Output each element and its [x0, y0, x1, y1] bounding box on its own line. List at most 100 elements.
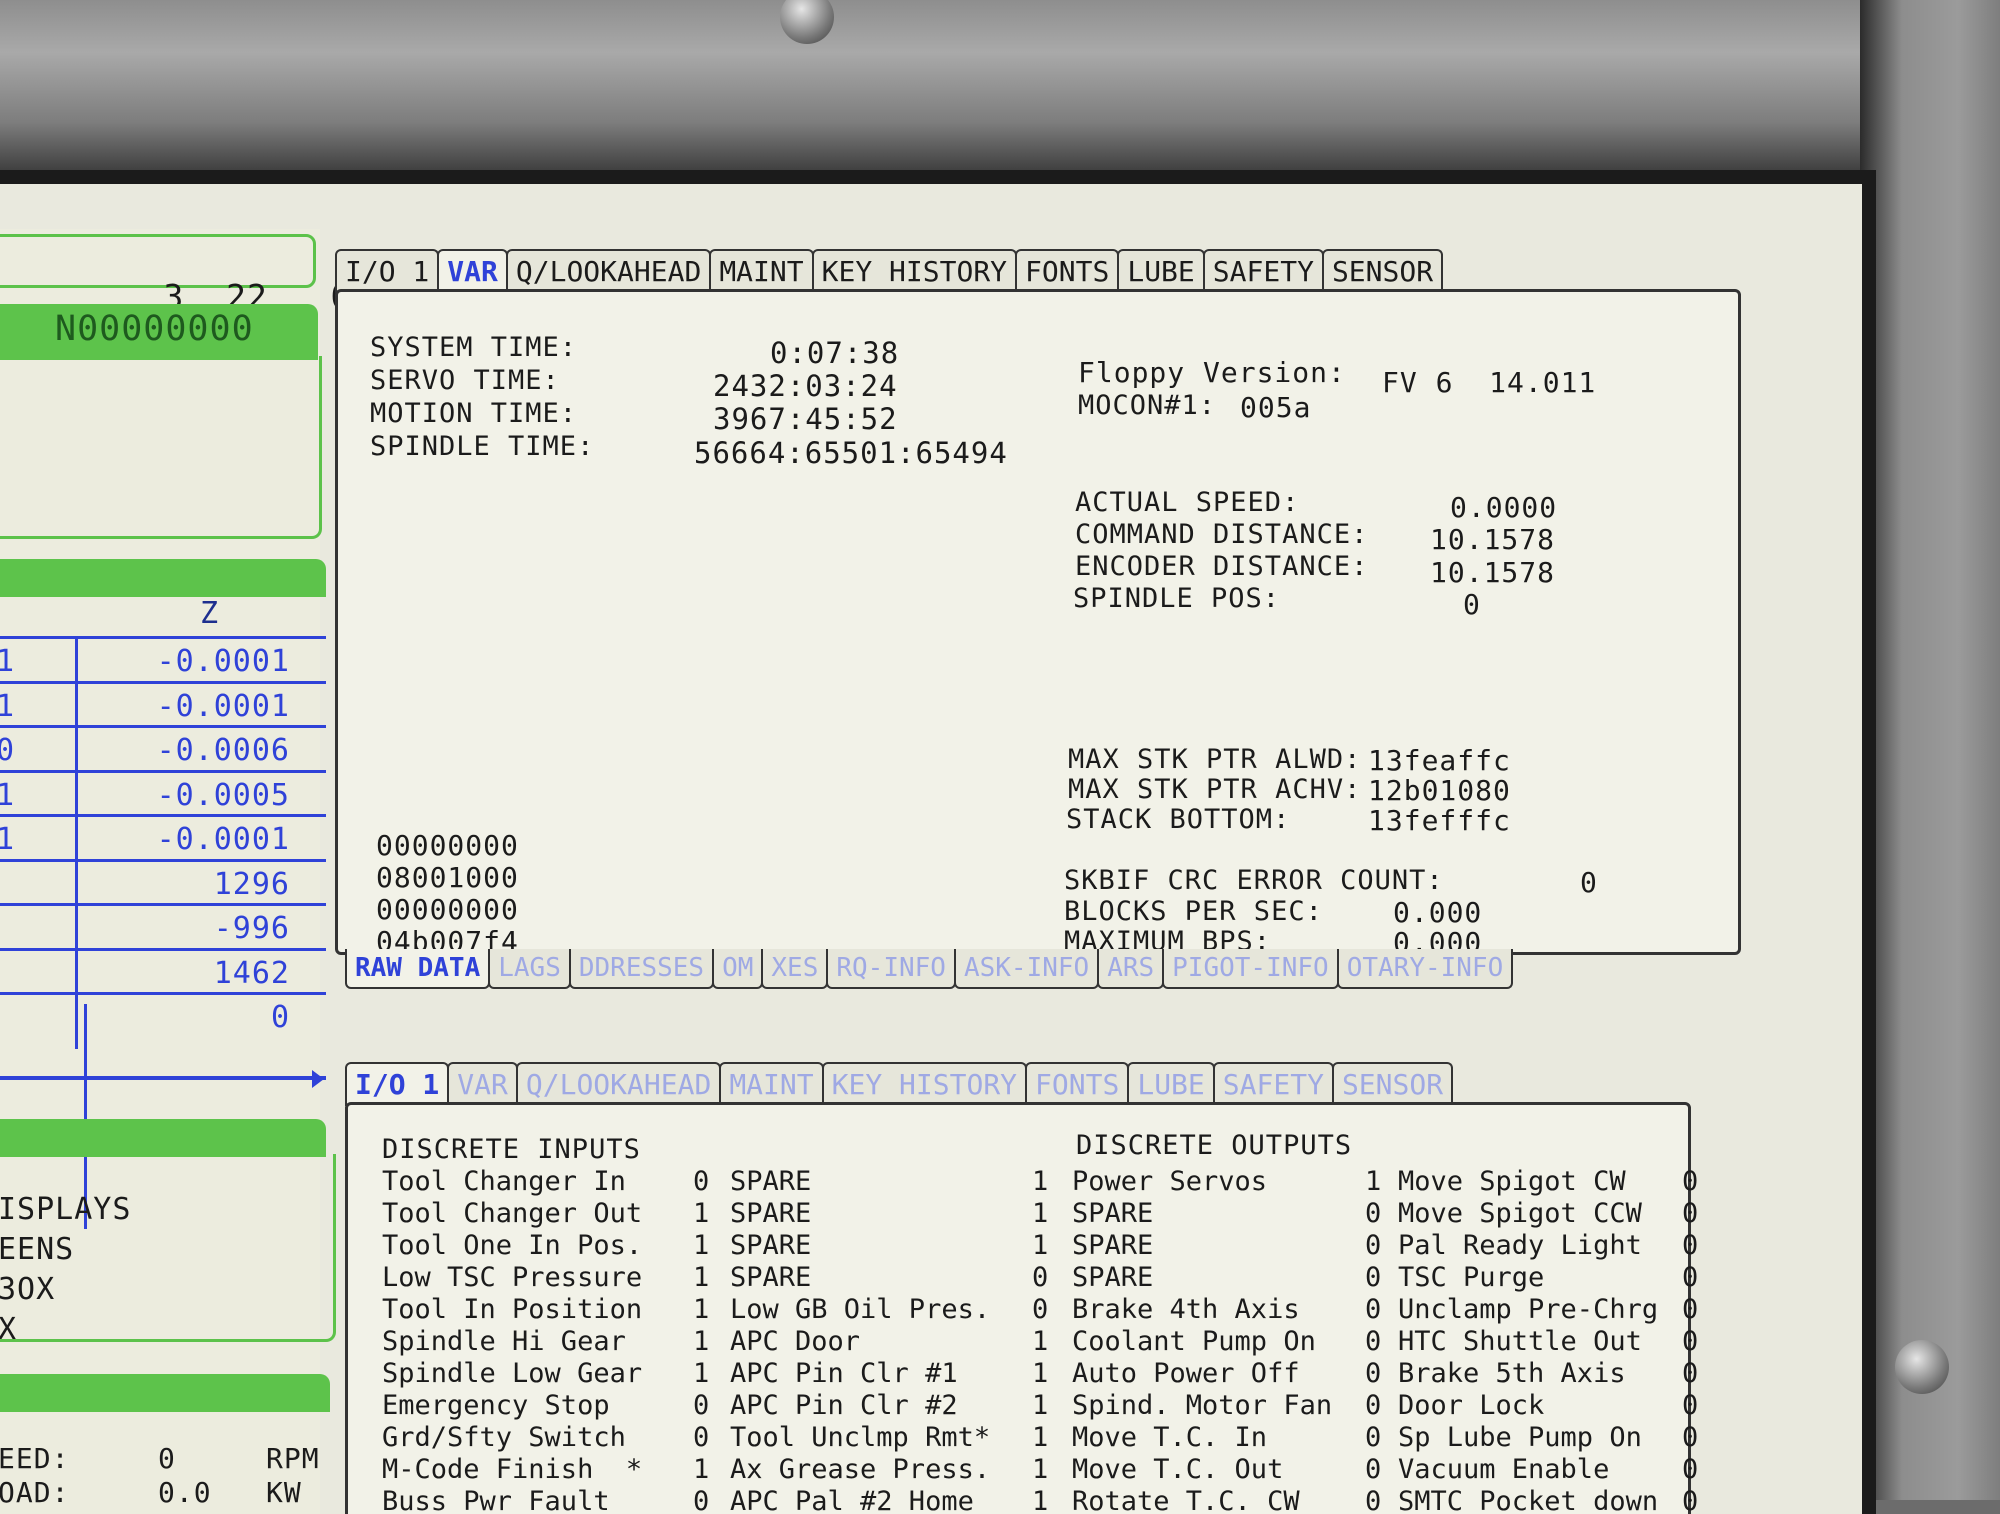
subtab-spigot-info[interactable]: PIGOT-INFO: [1162, 949, 1339, 989]
io-signal-name: SMTC Pocket down: [1398, 1486, 1659, 1514]
io-signal-name: Move Spigot CCW: [1398, 1198, 1642, 1229]
actual-speed-label: ACTUAL SPEED:: [1075, 487, 1300, 518]
io-signal-value: 1: [693, 1294, 710, 1325]
menu-item[interactable]: 3OX: [0, 1272, 55, 1307]
tab-safety[interactable]: SAFETY: [1212, 1062, 1334, 1106]
io-signal-name: Spind. Motor Fan: [1072, 1390, 1333, 1421]
tab-key-history[interactable]: KEY HISTORY: [821, 1062, 1028, 1106]
io-signal-name: Power Servos: [1072, 1166, 1268, 1197]
io-signal-value: 0: [1682, 1454, 1699, 1485]
io-signal-value: 0: [693, 1390, 710, 1421]
io-signal-value: 1: [693, 1454, 710, 1485]
grid-row-line: [0, 725, 326, 728]
discrete-inputs-header: DISCRETE INPUTS: [382, 1134, 641, 1165]
spindle-time-label: SPINDLE TIME:: [370, 431, 595, 462]
discrete-outputs-header: DISCRETE OUTPUTS: [1076, 1130, 1353, 1161]
servo-time-value: 2432:03:24: [713, 369, 898, 403]
io-signal-value: 1: [1032, 1486, 1049, 1514]
tab-lookahead[interactable]: Q/LOOKAHEAD: [505, 249, 712, 293]
subtab-ask-info[interactable]: ASK-INFO: [953, 949, 1100, 989]
io-signal-name: Low GB Oil Pres.: [730, 1294, 991, 1325]
io-signal-name: Ax Grease Press.: [730, 1454, 991, 1485]
io-signal-name: TSC Purge: [1398, 1262, 1545, 1293]
load-value: 0.0: [158, 1476, 212, 1509]
tab-maint[interactable]: MAINT: [719, 1062, 824, 1106]
scroll-right-icon[interactable]: [312, 1070, 324, 1088]
tab-io1[interactable]: I/O 1: [345, 1062, 450, 1106]
position-row-left: 1: [0, 644, 15, 679]
subtab-rotary-info[interactable]: OTARY-INFO: [1336, 949, 1514, 989]
io-signal-value: 1: [1032, 1230, 1049, 1261]
position-row-value: -996: [213, 911, 290, 946]
io-signal-name: SPARE: [730, 1230, 812, 1261]
io-signal-value: 1: [1032, 1422, 1049, 1453]
io-signal-value: 1: [693, 1198, 710, 1229]
io-tab-bar: I/O 1 VAR Q/LOOKAHEAD MAINT KEY HISTORY …: [345, 1062, 1454, 1106]
grid-row-line: [0, 903, 326, 906]
position-row-value: -0.0001: [156, 822, 290, 857]
tab-lube[interactable]: LUBE: [1117, 249, 1205, 293]
subtab-om[interactable]: OM: [712, 949, 764, 989]
io-signal-name: M-Code Finish *: [382, 1454, 643, 1485]
position-row-left: 1: [0, 778, 15, 813]
menu-item[interactable]: X: [0, 1312, 17, 1347]
position-row-left: 0: [0, 733, 15, 768]
io-signal-name: Grd/Sfty Switch: [382, 1422, 626, 1453]
max-stk-alwd-value: 13feaffc: [1368, 744, 1511, 777]
io-signal-value: 0: [1682, 1326, 1699, 1357]
io-signal-value: 1: [693, 1262, 710, 1293]
tab-var[interactable]: VAR: [437, 249, 508, 293]
tab-fonts[interactable]: FONTS: [1015, 249, 1120, 293]
io-signal-name: APC Door: [730, 1326, 861, 1357]
subtab-raw-data[interactable]: RAW DATA: [345, 949, 491, 989]
load-label: OAD:: [0, 1476, 70, 1509]
io-signal-name: Pal Ready Light: [1398, 1230, 1642, 1261]
tab-lookahead[interactable]: Q/LOOKAHEAD: [515, 1062, 722, 1106]
menu-item[interactable]: ISPLAYS: [0, 1192, 131, 1227]
io-signal-name: Tool Changer In: [382, 1166, 626, 1197]
monitor-bezel-top: [0, 0, 2000, 175]
subtab-flags[interactable]: LAGS: [488, 949, 571, 989]
tab-io1[interactable]: I/O 1: [335, 249, 440, 293]
tab-key-history[interactable]: KEY HISTORY: [811, 249, 1018, 293]
io-signal-value: 0: [1365, 1230, 1382, 1261]
io-signal-value: 1: [1365, 1166, 1382, 1197]
command-distance-label: COMMAND DISTANCE:: [1075, 519, 1369, 550]
subtab-rq-info[interactable]: RQ-INFO: [826, 949, 956, 989]
mocon-value: 005a: [1240, 391, 1312, 424]
mocon-label: MOCON#1:: [1078, 390, 1217, 421]
io-signal-name: SPARE: [1072, 1198, 1154, 1229]
io-signal-name: Rotate T.C. CW: [1072, 1486, 1300, 1514]
io-signal-name: Tool Changer Out: [382, 1198, 643, 1229]
io-signal-value: 1: [1032, 1198, 1049, 1229]
tab-safety[interactable]: SAFETY: [1202, 249, 1324, 293]
sub-tab-bar: RAW DATA LAGS DDRESSES OM XES RQ-INFO AS…: [345, 949, 1514, 989]
tab-lube[interactable]: LUBE: [1127, 1062, 1215, 1106]
subtab-xes[interactable]: XES: [761, 949, 829, 989]
raw-hex-value: 00000000: [376, 893, 519, 926]
subtab-addresses[interactable]: DDRESSES: [568, 949, 715, 989]
io-signal-name: Brake 5th Axis: [1398, 1358, 1626, 1389]
io-signal-name: Emergency Stop: [382, 1390, 610, 1421]
tab-sensor[interactable]: SENSOR: [1321, 249, 1444, 293]
grid-vertical: [75, 639, 78, 1049]
io-signal-value: 0: [1032, 1294, 1049, 1325]
tab-fonts[interactable]: FONTS: [1025, 1062, 1130, 1106]
speed-value: 0: [158, 1442, 176, 1475]
tab-sensor[interactable]: SENSOR: [1331, 1062, 1454, 1106]
n-code-label: N00000000: [55, 309, 254, 349]
io-signal-name: SPARE: [730, 1262, 812, 1293]
io-signal-value: 0: [1682, 1358, 1699, 1389]
top-tab-bar: I/O 1 VAR Q/LOOKAHEAD MAINT KEY HISTORY …: [335, 249, 1444, 293]
servo-time-label: SERVO TIME:: [370, 365, 560, 396]
io-signal-name: Unclamp Pre-Chrg: [1398, 1294, 1659, 1325]
subtab-ars[interactable]: ARS: [1097, 949, 1165, 989]
io-signal-name: HTC Shuttle Out: [1398, 1326, 1642, 1357]
menu-item[interactable]: EENS: [0, 1232, 74, 1267]
grid-row-line: [0, 858, 326, 862]
io-signal-value: 0: [693, 1486, 710, 1514]
tab-maint[interactable]: MAINT: [709, 249, 814, 293]
io-signal-value: 1: [1032, 1390, 1049, 1421]
tab-var[interactable]: VAR: [447, 1062, 518, 1106]
io-signal-name: SPARE: [1072, 1230, 1154, 1261]
